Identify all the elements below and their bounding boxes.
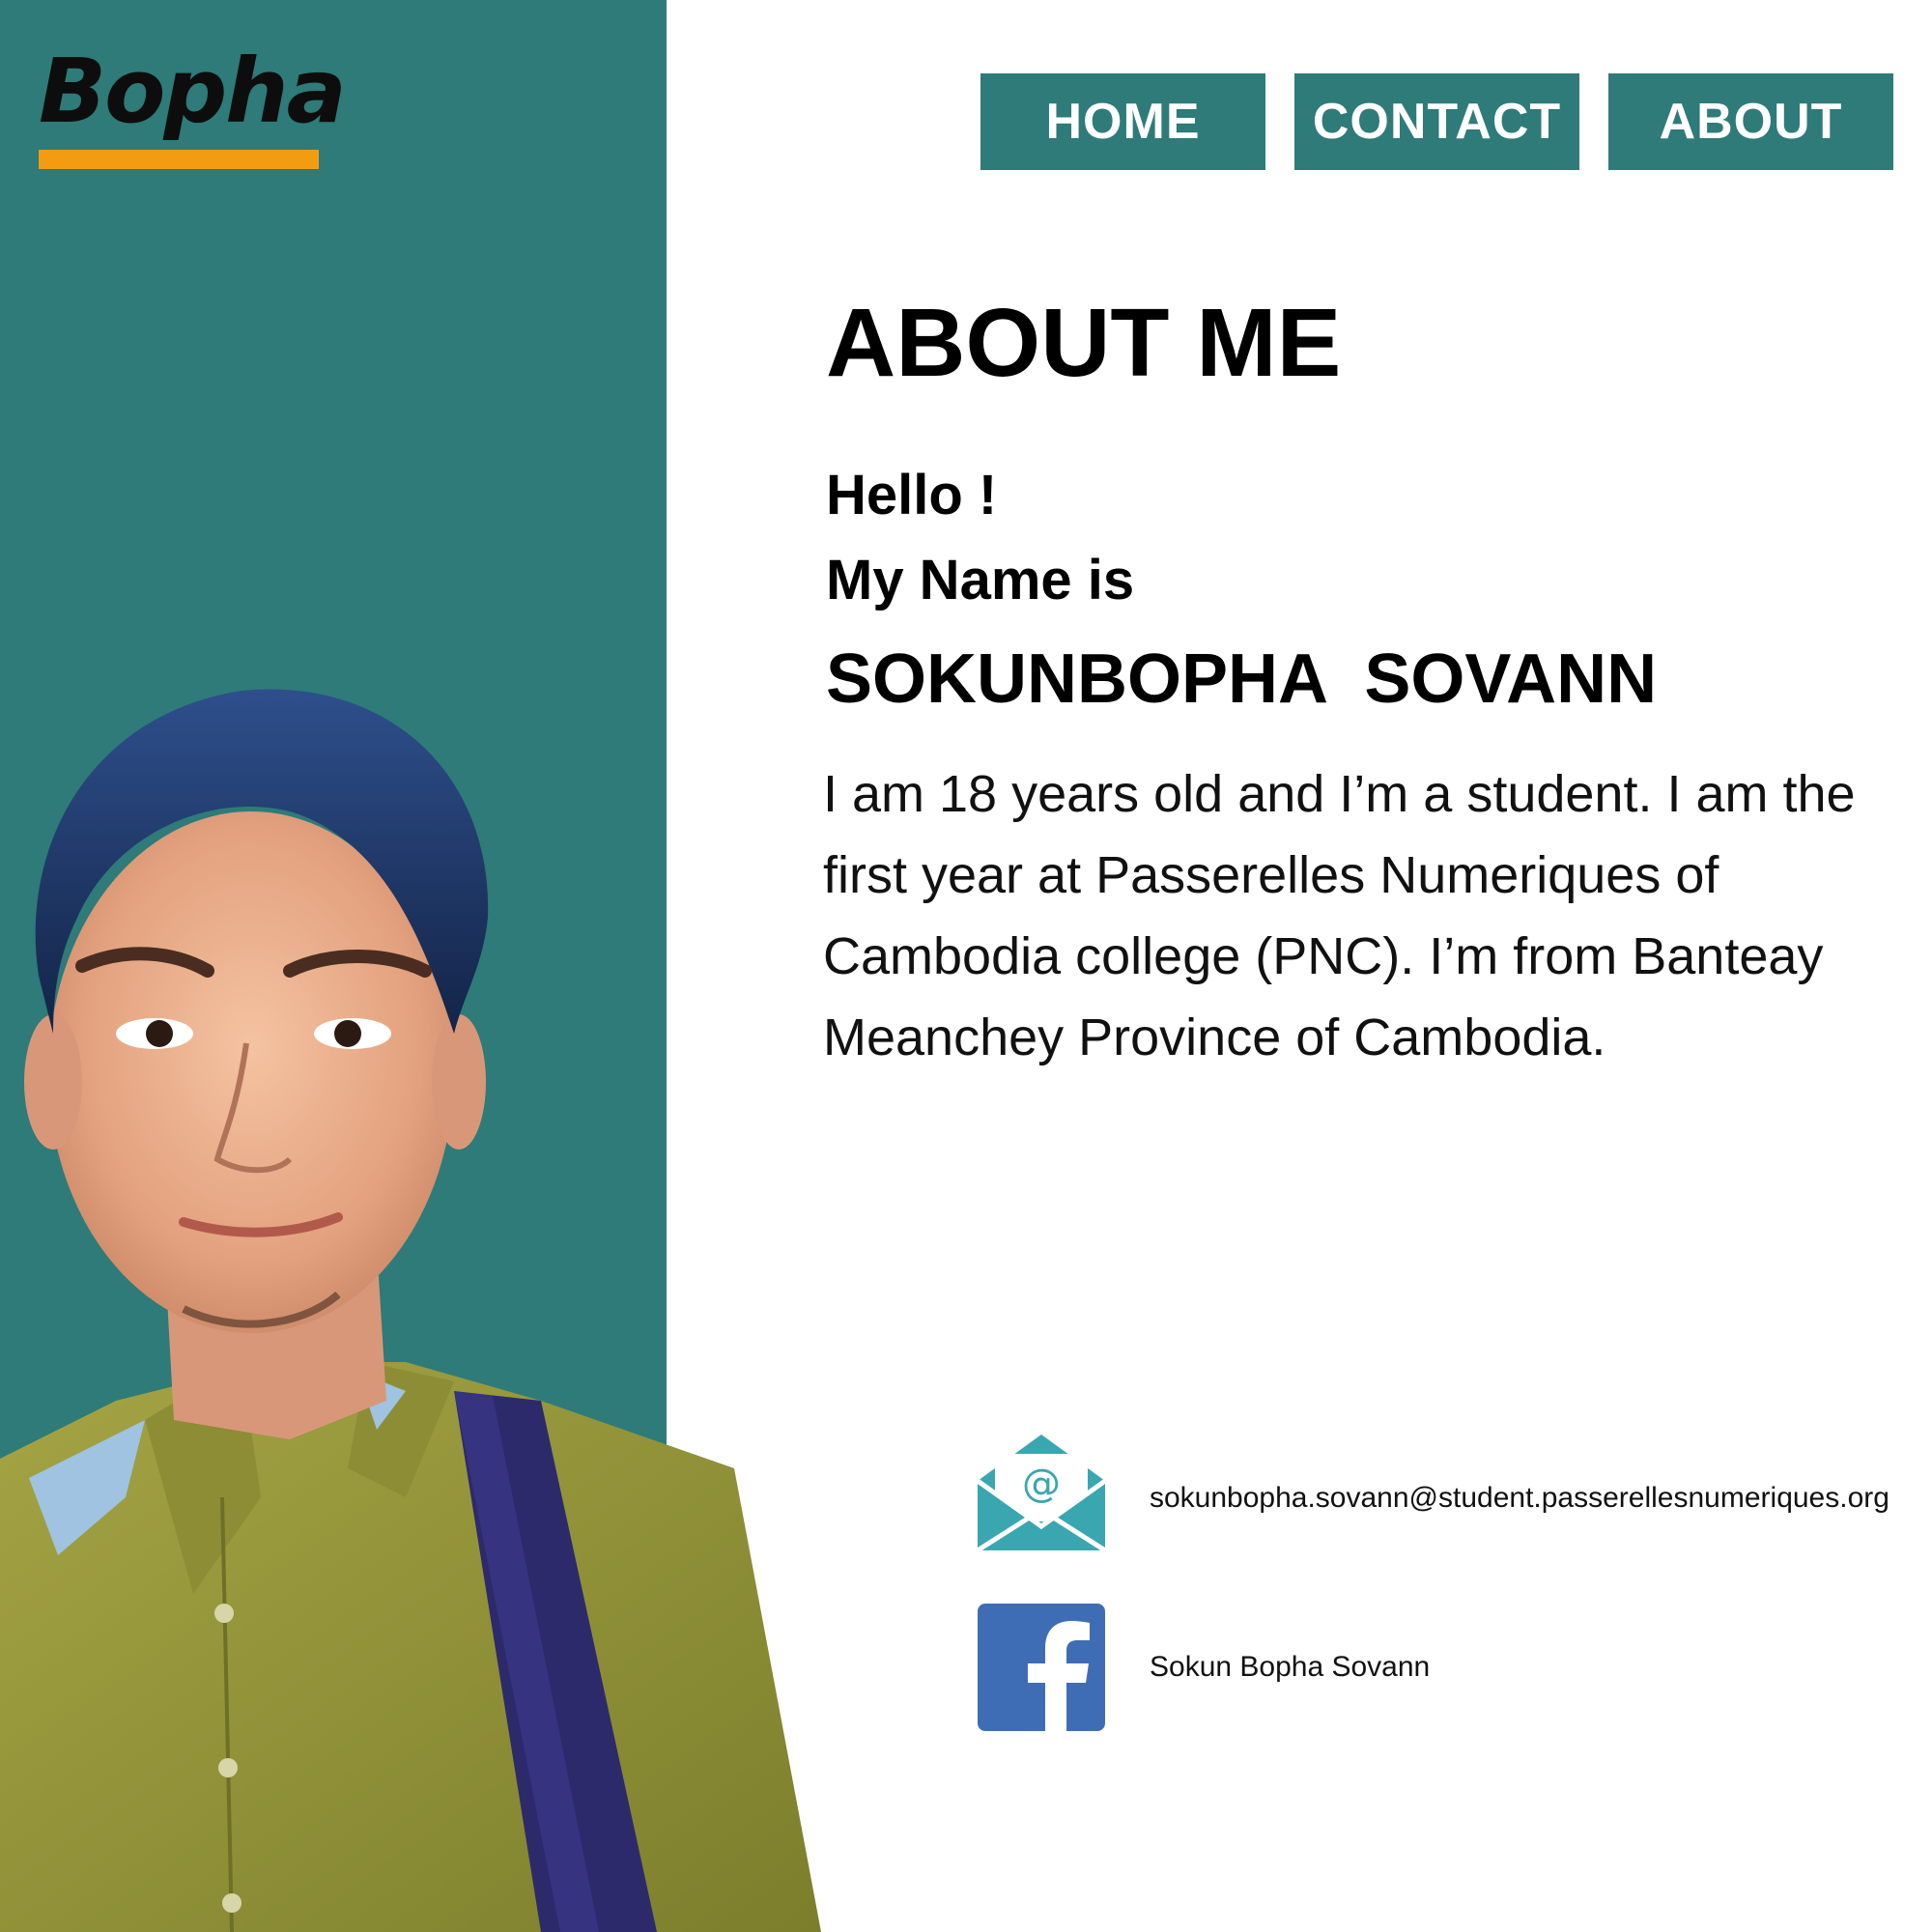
facebook-icon [978,1604,1105,1731]
email-contact[interactable]: @ sokunbopha.sovann@student.passerellesn… [978,1435,1889,1562]
nav-contact-button[interactable]: CONTACT [1294,73,1579,170]
svg-text:@: @ [1022,1462,1061,1506]
email-icon: @ [978,1435,1105,1553]
profile-photo [0,689,821,1932]
page-title: ABOUT ME [826,289,1342,397]
facebook-name[interactable]: Sokun Bopha Sovann [1150,1651,1430,1684]
greeting-text: Hello ! [826,464,998,526]
logo-underline [39,150,319,169]
facebook-contact[interactable]: Sokun Bopha Sovann [978,1604,1430,1731]
top-nav: HOME CONTACT ABOUT [980,73,1893,170]
about-page: Bopha HOME CONTACT ABOUT ABOUT ME Hello … [0,0,1932,1932]
nav-home-button[interactable]: HOME [980,73,1265,170]
bio-paragraph: I am 18 years old and I’m a student. I a… [823,765,1856,1066]
nav-about-button[interactable]: ABOUT [1608,73,1893,170]
email-address[interactable]: sokunbopha.sovann@student.passerellesnum… [1150,1482,1889,1515]
full-name: SOKUNBOPHA SOVANN [826,640,1658,718]
name-intro-text: My Name is [826,549,1135,611]
site-logo[interactable]: Bopha [39,39,347,174]
logo-text: Bopha [39,40,347,143]
